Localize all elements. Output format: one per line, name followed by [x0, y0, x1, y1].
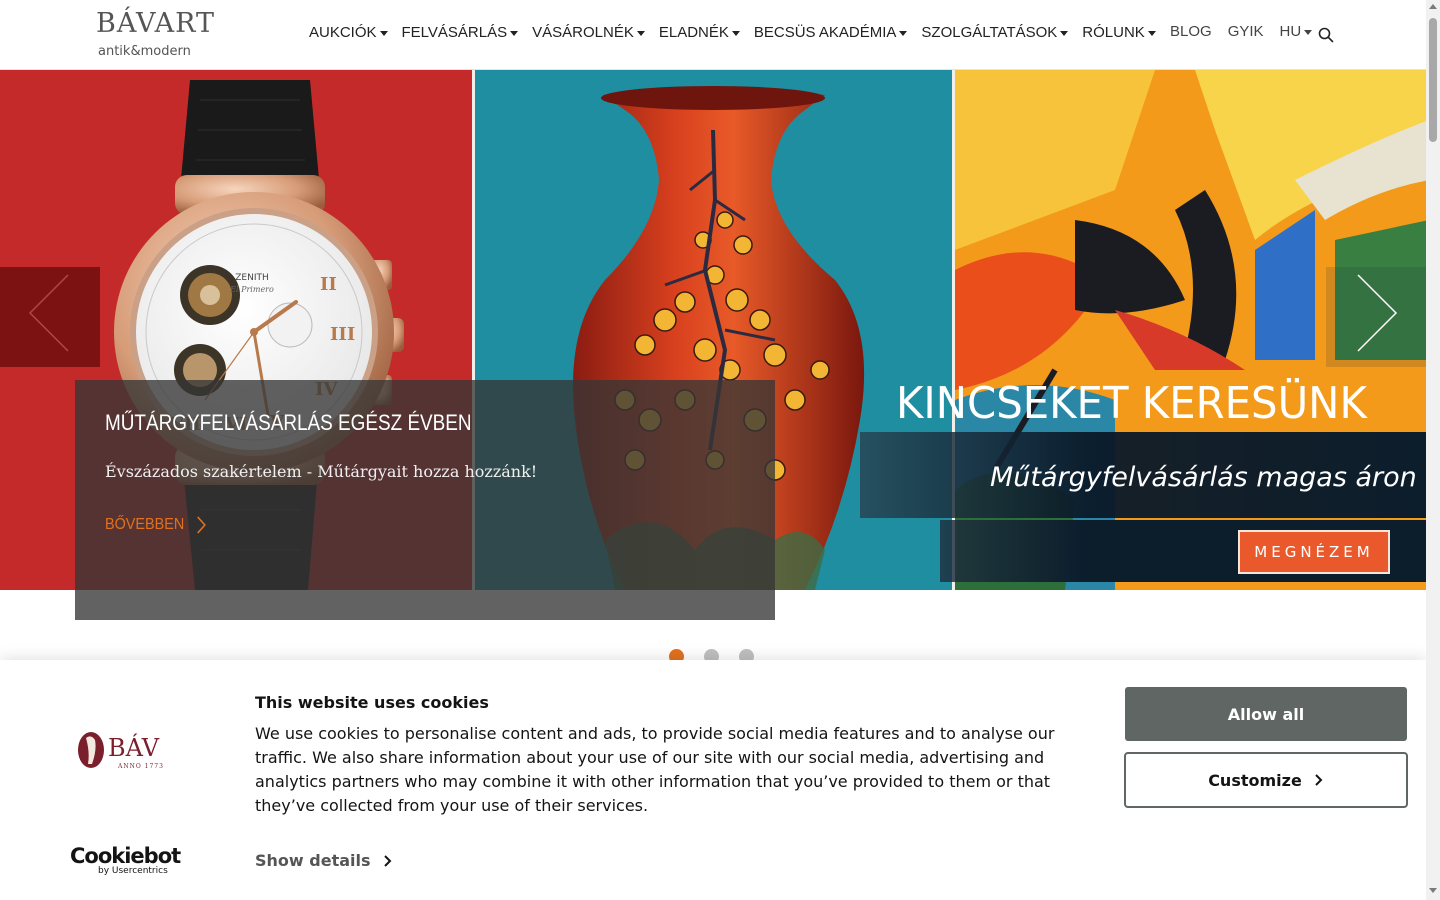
- promo-headline: KINCSEKET KERESÜNK: [896, 378, 1367, 429]
- caret-down-icon: [1060, 30, 1069, 36]
- cookiebot-wordmark: Cookiebot: [70, 844, 181, 868]
- nav-item-eladnek[interactable]: ELADNÉK: [652, 22, 747, 43]
- promo-subline: Műtárgyfelvásárlás magas áron: [990, 462, 1417, 493]
- customize-button[interactable]: Customize: [1124, 752, 1408, 808]
- language-label: HU: [1279, 23, 1302, 40]
- nav-item-blog[interactable]: BLOG: [1162, 21, 1220, 42]
- nav-item-szolgaltatasok[interactable]: SZOLGÁLTATÁSOK: [914, 22, 1075, 43]
- scroll-up-arrow-icon[interactable]: [1429, 4, 1437, 9]
- slide-title: MŰTÁRGYFELVÁSÁRLÁS EGÉSZ ÉVBEN: [105, 410, 472, 435]
- nav-label: AUKCIÓK: [309, 24, 377, 41]
- caret-down-icon: [379, 30, 388, 36]
- promo-view-button[interactable]: MEGNÉZEM: [1238, 530, 1390, 574]
- nav-item-rolunk[interactable]: RÓLUNK: [1075, 22, 1163, 43]
- watch-model: El Primero: [229, 285, 274, 294]
- bav-logo-text: BÁV: [108, 733, 160, 762]
- cookie-consent-banner: BÁV ANNO 1773 Cookiebot by Usercentrics …: [0, 660, 1426, 900]
- caret-down-icon: [510, 30, 519, 36]
- svg-text:II: II: [320, 274, 337, 295]
- logo-wordmark: BÁVART: [96, 8, 216, 39]
- cookie-description: We use cookies to personalise content an…: [255, 724, 1055, 815]
- chevron-right-icon: [197, 516, 206, 534]
- logo-tagline: antik&modern: [98, 44, 191, 59]
- svg-text:III: III: [330, 324, 355, 345]
- cookie-title: This website uses cookies: [255, 693, 489, 712]
- bav-logo-sub: ANNO 1773: [117, 763, 164, 770]
- site-header: BÁVART antik&modern AUKCIÓK FELVÁSÁRLÁS …: [0, 0, 1426, 70]
- show-details-link[interactable]: Show details: [255, 851, 393, 870]
- chevron-right-icon: [383, 854, 391, 867]
- nav-item-felvasarlas[interactable]: FELVÁSÁRLÁS: [395, 22, 526, 43]
- chevron-right-icon: [1315, 774, 1323, 786]
- scroll-down-arrow-icon[interactable]: [1429, 888, 1437, 893]
- nav-item-aukciok[interactable]: AUKCIÓK: [302, 22, 395, 43]
- nav-label: RÓLUNK: [1082, 24, 1145, 41]
- language-selector[interactable]: HU: [1272, 21, 1321, 42]
- read-more-link[interactable]: BŐVEBBEN: [105, 516, 208, 534]
- page-scrollbar[interactable]: [1426, 0, 1440, 900]
- carousel-next-button[interactable]: [1326, 267, 1426, 367]
- nav-label: SZOLGÁLTATÁSOK: [921, 24, 1058, 41]
- caret-down-icon: [1147, 30, 1156, 36]
- main-navigation: AUKCIÓK FELVÁSÁRLÁS VÁSÁROLNÉK ELADNÉK B…: [302, 22, 1163, 43]
- read-more-label: BŐVEBBEN: [105, 516, 185, 533]
- nav-item-faq[interactable]: GYIK: [1220, 21, 1272, 42]
- nav-label: VÁSÁROLNÉK: [532, 24, 634, 41]
- nav-label: ELADNÉK: [658, 24, 729, 41]
- nav-item-vasarolnek[interactable]: VÁSÁROLNÉK: [525, 22, 652, 43]
- customize-label: Customize: [1208, 770, 1302, 790]
- slide-subtitle: Évszázados szakértelem - Műtárgyait hozz…: [105, 462, 538, 481]
- carousel-prev-button[interactable]: [0, 267, 100, 367]
- slide-caption: MŰTÁRGYFELVÁSÁRLÁS EGÉSZ ÉVBEN Évszázado…: [75, 380, 775, 620]
- nav-label: FELVÁSÁRLÁS: [401, 24, 508, 41]
- caret-down-icon: [731, 30, 740, 36]
- secondary-navigation: BLOG GYIK HU: [1162, 21, 1320, 42]
- watch-brand: ZENITH: [235, 273, 269, 283]
- cookiebot-byline: by Usercentrics: [98, 866, 168, 876]
- bav-logo: BÁV ANNO 1773: [78, 732, 164, 770]
- allow-all-button[interactable]: Allow all: [1125, 687, 1407, 741]
- search-icon[interactable]: [1318, 27, 1334, 43]
- show-details-label: Show details: [255, 851, 371, 870]
- chevron-left-icon: [28, 274, 69, 352]
- chevron-right-icon: [1357, 274, 1398, 352]
- nav-item-becsus-akademia[interactable]: BECSÜS AKADÉMIA: [747, 22, 915, 43]
- caret-down-icon: [636, 30, 645, 36]
- cookiebot-logo[interactable]: Cookiebot by Usercentrics: [70, 844, 181, 876]
- bavart-logo[interactable]: BÁVART antik&modern: [80, 6, 214, 64]
- nav-label: BECSÜS AKADÉMIA: [753, 24, 897, 41]
- scroll-thumb[interactable]: [1429, 18, 1437, 142]
- caret-down-icon: [899, 30, 908, 36]
- caret-down-icon: [1304, 29, 1313, 35]
